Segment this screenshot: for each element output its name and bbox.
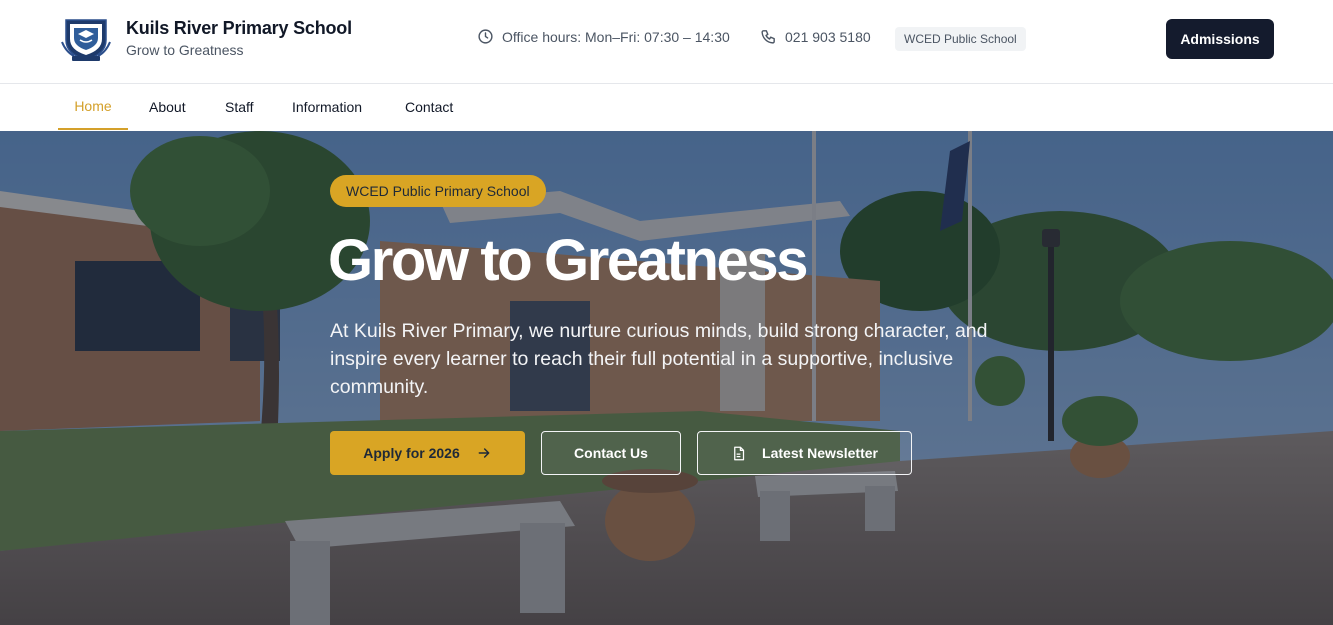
nav-item-about[interactable]: About — [149, 84, 186, 130]
nav-item-staff[interactable]: Staff — [225, 84, 254, 130]
school-tagline: Grow to Greatness — [126, 42, 244, 58]
office-hours-text: Office hours: Mon–Fri: 07:30 – 14:30 — [502, 28, 730, 45]
contact-us-button-label: Contact Us — [574, 445, 648, 461]
site-header: Kuils River Primary School Grow to Great… — [0, 0, 1333, 84]
contact-us-button[interactable]: Contact Us — [541, 431, 681, 475]
document-icon — [734, 446, 745, 460]
hero-title: Grow to Greatness — [328, 228, 809, 293]
nav-item-home[interactable]: Home — [58, 84, 128, 130]
office-hours: Office hours: Mon–Fri: 07:30 – 14:30 — [477, 28, 730, 45]
newsletter-button-label: Latest Newsletter — [762, 445, 878, 461]
brand[interactable]: Kuils River Primary School Grow to Great… — [60, 12, 352, 64]
hero-section: WCED Public Primary School Grow to Great… — [0, 131, 1333, 625]
phone-text: 021 903 5180 — [785, 28, 871, 45]
arrow-right-icon — [478, 448, 490, 458]
newsletter-button[interactable]: Latest Newsletter — [697, 431, 912, 475]
school-crest-icon — [61, 19, 111, 61]
hero-pill-badge: WCED Public Primary School — [330, 175, 546, 207]
hero-description: At Kuils River Primary, we nurture curio… — [330, 320, 988, 398]
school-name: Kuils River Primary School — [126, 18, 352, 38]
apply-button-label: Apply for 2026 — [363, 445, 460, 461]
nav-item-contact[interactable]: Contact — [405, 84, 453, 130]
main-nav: Home About Staff Information Contact — [0, 84, 1333, 131]
phone-icon — [761, 30, 775, 44]
apply-button[interactable]: Apply for 2026 — [330, 431, 525, 475]
admissions-button[interactable]: Admissions — [1166, 19, 1274, 59]
nav-item-information[interactable]: Information — [292, 84, 362, 130]
wced-badge: WCED Public School — [895, 27, 1026, 51]
phone-number[interactable]: 021 903 5180 — [760, 28, 871, 45]
clock-icon — [478, 29, 493, 44]
